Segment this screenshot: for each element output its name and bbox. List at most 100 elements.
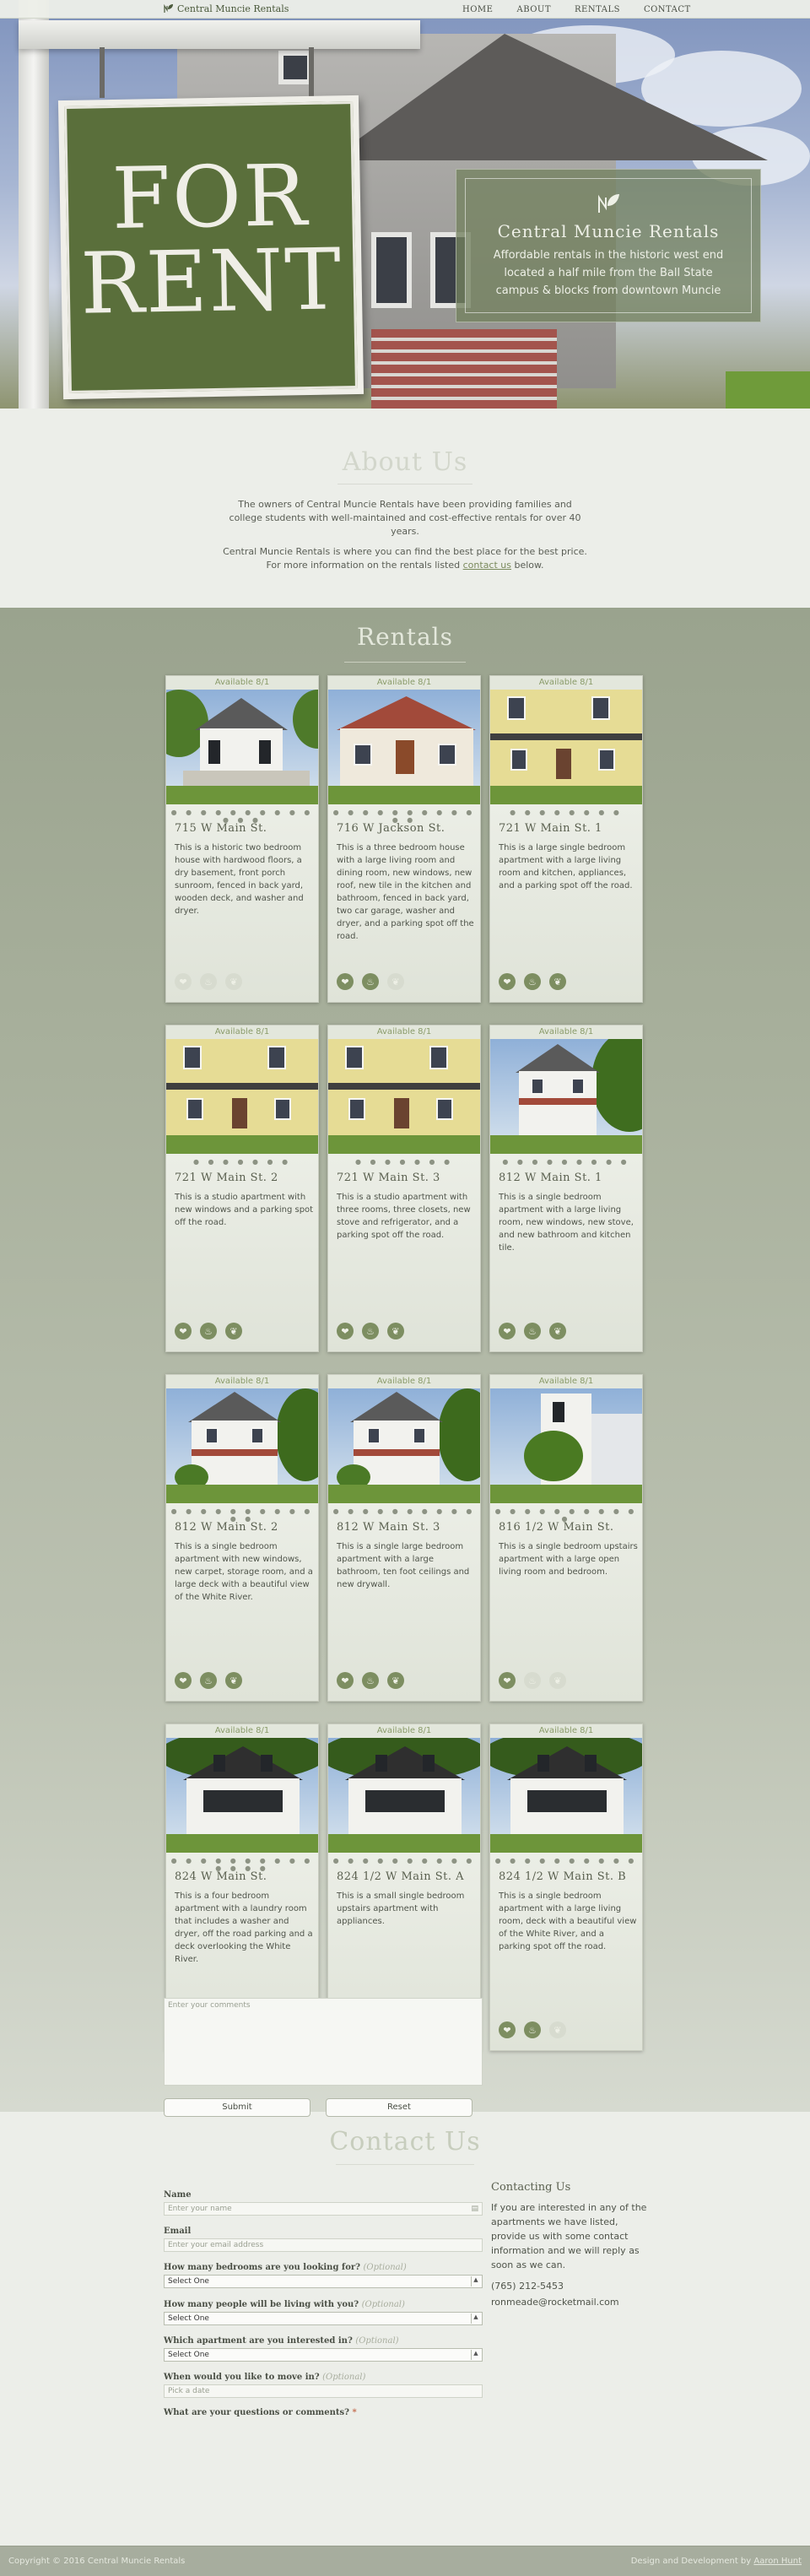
availability-label: Available 8/1 — [166, 1026, 318, 1039]
amenity-heat-icon: ♨ — [200, 1323, 217, 1339]
select-arrow-icon: ▲ — [471, 2276, 480, 2286]
carousel-dots[interactable]: ● ● ● ● ● ● ● ● ● ● — [490, 1857, 642, 1864]
apartment-label-text: Which apartment are you interested in? — [164, 2336, 353, 2346]
amenity-heat-icon: ♨ — [200, 973, 217, 990]
name-input[interactable]: Enter your name ▤ — [164, 2202, 483, 2216]
brand[interactable]: Central Muncie Rentals — [164, 3, 289, 14]
window — [186, 1098, 203, 1120]
amenity-icons: ❤ ♨ ❦ — [499, 973, 566, 990]
window — [274, 1098, 291, 1120]
carousel-dots[interactable]: ● ● ● ● ● ● ● ● ● — [490, 1158, 642, 1166]
rental-photo[interactable] — [490, 1738, 642, 1853]
amenity-leaf-icon: ❦ — [549, 1672, 566, 1689]
nav-rentals[interactable]: RENTALS — [575, 5, 620, 14]
rental-description: This is a single bedroom upstairs apartm… — [499, 1542, 638, 1577]
contact-email[interactable]: ronmeade@rocketmail.com — [491, 2295, 651, 2309]
rental-description: This is a three bedroom house with a lar… — [337, 843, 474, 941]
questions-textarea[interactable]: Enter your comments — [164, 1998, 483, 2086]
rental-photo[interactable] — [166, 1738, 318, 1853]
window — [531, 1078, 544, 1095]
rental-photo[interactable] — [490, 1388, 642, 1503]
window — [537, 1755, 549, 1772]
rental-title: 812 W Main St. 1 — [499, 1172, 602, 1184]
about-heading: About Us — [342, 447, 468, 477]
carousel-dots[interactable]: ● ● ● ● ● ● ● ● — [490, 809, 642, 816]
door — [556, 749, 571, 779]
nav-about[interactable]: ABOUT — [516, 5, 551, 14]
rental-photo[interactable] — [328, 690, 480, 804]
rental-card: Available 8/1 ● ● ● ● ● ● ● ● ● ● 824 1/2 … — [489, 1724, 643, 2051]
awning — [519, 1098, 597, 1105]
window — [585, 1755, 597, 1772]
lawn — [726, 371, 810, 409]
rental-photo[interactable] — [328, 1039, 480, 1154]
window — [571, 1078, 585, 1095]
amenity-heat-icon: ♨ — [524, 1323, 541, 1339]
sign-chain — [100, 47, 105, 98]
rental-description: This is a small single bedroom upstairs … — [337, 1891, 465, 1926]
movein-date-input[interactable]: Pick a date — [164, 2384, 483, 2398]
amenity-leaf-icon: ❦ — [225, 1672, 242, 1689]
apartment-select[interactable]: Select One ▲ — [164, 2348, 483, 2362]
availability-label: Available 8/1 — [328, 1375, 480, 1388]
rental-photo[interactable] — [328, 1738, 480, 1853]
availability-label: Available 8/1 — [166, 676, 318, 690]
credit-link[interactable]: Aaron Hunt — [753, 2557, 802, 2566]
select-arrow-icon: ▲ — [471, 2314, 480, 2324]
amenity-leaf-icon: ❦ — [225, 1323, 242, 1339]
contact-info-heading: Contacting Us — [491, 2181, 571, 2194]
carousel-dots[interactable]: ● ● ● ● ● ● ● ● ● ● — [328, 1857, 480, 1864]
amenity-heart-icon: ❤ — [175, 1672, 192, 1689]
sign-arm — [19, 20, 420, 49]
reset-button[interactable]: Reset — [326, 2098, 472, 2117]
rental-title: 816 1/2 W Main St. — [499, 1521, 614, 1534]
apartment-label: Which apartment are you interested in? (… — [164, 2336, 399, 2346]
brand-name: Central Muncie Rentals — [177, 3, 289, 14]
rental-card: Available 8/1 ● ● ● ● ● ● ● 721 W Main St.… — [327, 1025, 481, 1352]
bedrooms-select[interactable]: Select One ▲ — [164, 2275, 483, 2288]
rental-card: Available 8/1 ● ● ● ● ● ● ● ● ● ● ● 816 1/… — [489, 1374, 643, 1702]
contact-us-link[interactable]: contact us — [463, 560, 511, 571]
nav-contact[interactable]: CONTACT — [644, 5, 691, 14]
window — [348, 1098, 365, 1120]
availability-label: Available 8/1 — [490, 1724, 642, 1738]
rental-photo[interactable] — [166, 1388, 318, 1503]
amenity-icons: ❤ ♨ ❦ — [337, 973, 404, 990]
credit-text: Design and Development by — [630, 2557, 752, 2566]
carousel-dots[interactable]: ● ● ● ● ● ● ● — [166, 1158, 318, 1166]
people-select[interactable]: Select One ▲ — [164, 2312, 483, 2325]
window — [591, 696, 610, 720]
email-input[interactable]: Enter your email address — [164, 2238, 483, 2252]
submit-button[interactable]: Submit — [164, 2098, 310, 2117]
amenity-heart-icon: ❤ — [337, 1672, 354, 1689]
availability-label: Available 8/1 — [490, 676, 642, 690]
rental-photo[interactable] — [490, 690, 642, 804]
rental-photo[interactable] — [166, 1039, 318, 1154]
rental-photo[interactable] — [490, 1039, 642, 1154]
contact-phone[interactable]: (765) 212-5453 — [491, 2279, 651, 2293]
rental-photo[interactable] — [328, 1388, 480, 1503]
rental-card: Available 8/1 ● ● ● ● ● ● ● ● ● ● ● ● 716 … — [327, 675, 481, 1003]
window — [367, 1427, 381, 1444]
name-placeholder: Enter your name — [168, 2205, 232, 2213]
amenity-heart-icon: ❤ — [175, 973, 192, 990]
awning — [192, 1449, 278, 1456]
rental-card: Available 8/1 ● ● ● ● ● ● ● ● ● 812 W Main… — [489, 1025, 643, 1352]
door — [396, 740, 414, 774]
about-text-3-pre: For more information on the rentals list… — [266, 560, 461, 571]
amenity-heart-icon: ❤ — [337, 973, 354, 990]
window — [553, 1402, 564, 1422]
rental-title: 824 W Main St. — [175, 1870, 267, 1883]
photo-grass — [166, 786, 318, 804]
amenity-leaf-icon: ❦ — [549, 1323, 566, 1339]
questions-label: What are your questions or comments? * — [164, 2408, 357, 2417]
amenity-heart-icon: ❤ — [499, 973, 516, 990]
amenity-icons: ❤ ♨ ❦ — [175, 1323, 242, 1339]
carousel-dots[interactable]: ● ● ● ● ● ● ● — [328, 1158, 480, 1166]
rental-photo[interactable] — [166, 690, 318, 804]
nav-home[interactable]: HOME — [462, 5, 493, 14]
rental-description: This is a historic two bedroom house wit… — [175, 843, 304, 916]
availability-label: Available 8/1 — [166, 1724, 318, 1738]
select-arrow-icon: ▲ — [471, 2350, 480, 2360]
carousel-dots[interactable]: ● ● ● ● ● ● ● ● ● ● — [328, 1507, 480, 1515]
